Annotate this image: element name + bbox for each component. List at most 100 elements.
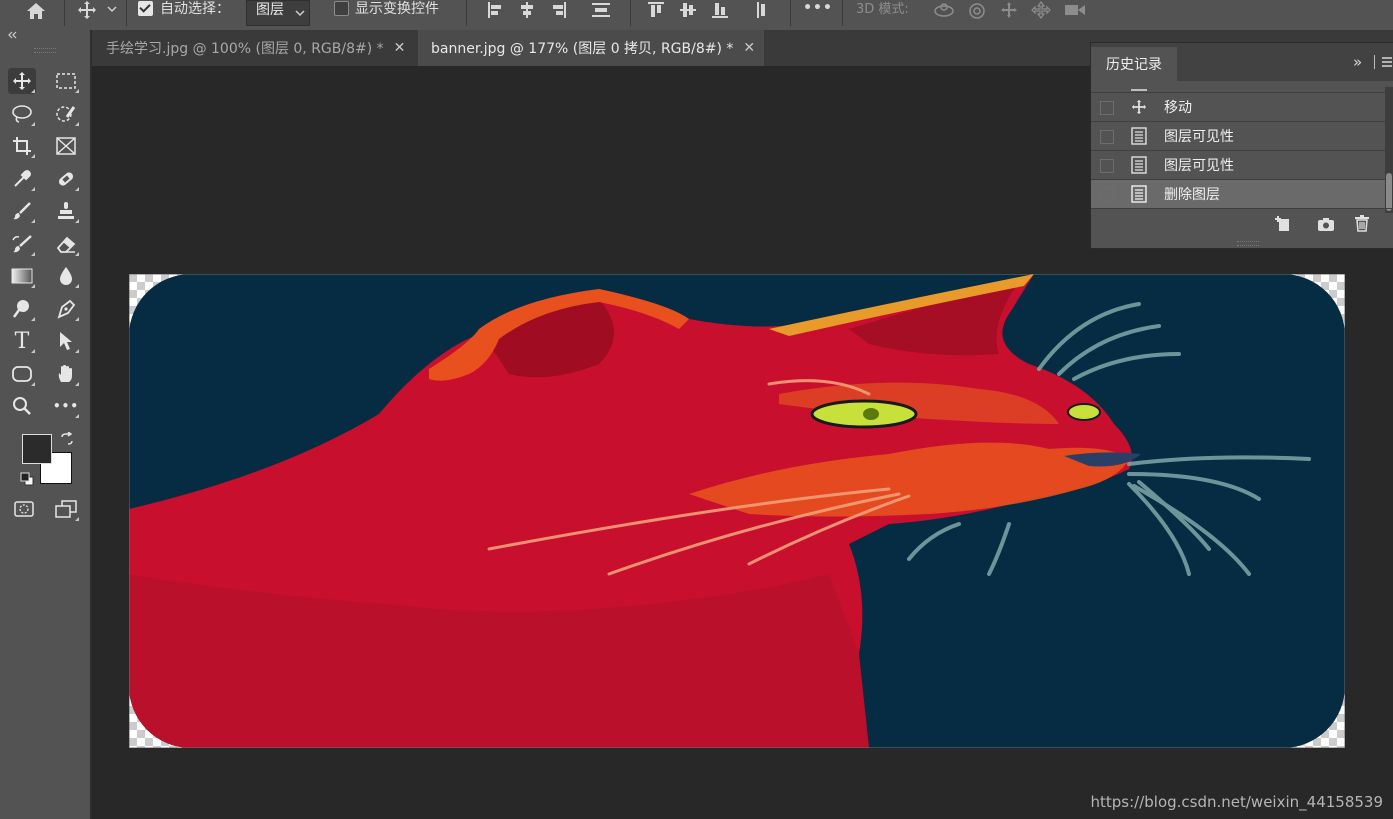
history-item-label: 移动 xyxy=(1164,100,1192,116)
zoom-icon xyxy=(13,397,31,415)
align-vertical-center-icon[interactable] xyxy=(677,0,699,20)
tab-banner[interactable]: banner.jpg @ 177% (图层 0 拷贝, RGB/8#) * ✕ xyxy=(418,30,764,66)
3d-slide-icon[interactable] xyxy=(1030,0,1052,20)
zoom-tool[interactable] xyxy=(8,393,36,419)
move-tool[interactable] xyxy=(8,68,36,94)
pen-tool[interactable] xyxy=(52,296,80,322)
more-options-icon[interactable]: ••• xyxy=(803,0,832,18)
tab-label: 手绘学习.jpg @ 100% (图层 0, RGB/8#) * xyxy=(106,41,384,57)
history-item[interactable]: 图层可见性 xyxy=(1091,150,1385,179)
auto-select-label: 自动选择： xyxy=(160,1,230,17)
watermark-text: https://blog.csdn.net/weixin_44158539 xyxy=(1090,793,1383,811)
quick-mask-button[interactable] xyxy=(10,496,38,522)
eraser-tool[interactable] xyxy=(52,231,80,257)
trash-icon[interactable] xyxy=(1354,215,1370,236)
dodge-tool[interactable] xyxy=(8,296,36,322)
snapshot-source-checkbox[interactable] xyxy=(1100,159,1114,173)
align-bottom-icon[interactable] xyxy=(709,0,731,20)
brush-tool[interactable] xyxy=(8,198,36,224)
eyedropper-tool[interactable] xyxy=(8,166,36,192)
healing-brush-tool[interactable] xyxy=(52,166,80,192)
type-tool[interactable]: T xyxy=(8,328,36,354)
quick-select-tool[interactable] xyxy=(52,101,80,127)
panel-menu-icon[interactable] xyxy=(1382,56,1392,72)
banner-image xyxy=(128,273,1346,749)
move-icon xyxy=(1131,99,1147,115)
marquee-icon xyxy=(56,73,76,89)
distribute-vertical-icon[interactable] xyxy=(752,0,772,20)
show-transform-checkbox[interactable] xyxy=(334,1,349,16)
new-document-from-state-icon[interactable] xyxy=(1274,216,1292,236)
history-footer xyxy=(1091,208,1393,237)
home-icon[interactable] xyxy=(20,0,52,22)
chevron-down-icon[interactable] xyxy=(104,0,120,18)
screen-mode-button[interactable] xyxy=(52,496,80,522)
history-item-selected[interactable]: 删除图层 xyxy=(1091,179,1385,208)
snapshot-source-checkbox[interactable] xyxy=(1100,101,1114,115)
clone-stamp-tool[interactable] xyxy=(52,198,80,224)
scrollbar-thumb[interactable] xyxy=(1386,173,1392,211)
panel-resize-grip[interactable] xyxy=(1237,241,1259,246)
history-panel: 历史记录 » 移动 图层可见性 图层可见性 删除图层 xyxy=(1090,42,1393,249)
distribute-icon[interactable] xyxy=(590,0,612,20)
layer-select-dropdown[interactable]: 图层 xyxy=(246,0,310,26)
snapshot-source-checkbox[interactable] xyxy=(1100,188,1114,202)
eyedropper-icon xyxy=(14,170,31,187)
tab-hand-drawing[interactable]: 手绘学习.jpg @ 100% (图层 0, RGB/8#) * ✕ xyxy=(92,30,418,66)
3d-orbit-icon[interactable] xyxy=(932,0,956,20)
tab-label: banner.jpg @ 177% (图层 0 拷贝, RGB/8#) * xyxy=(431,41,734,57)
history-item-label: 删除图层 xyxy=(1164,187,1220,203)
crop-tool[interactable] xyxy=(8,133,36,159)
more-icon: ••• xyxy=(52,399,79,413)
gradient-tool[interactable] xyxy=(8,263,36,289)
arrow-icon xyxy=(60,332,72,350)
3d-camera-icon[interactable] xyxy=(1062,0,1088,20)
marquee-tool[interactable] xyxy=(52,68,80,94)
document-icon xyxy=(1131,156,1147,174)
eraser-icon xyxy=(56,236,76,253)
close-icon[interactable]: ✕ xyxy=(394,40,406,56)
blur-tool[interactable] xyxy=(52,263,80,289)
align-horizontal-center-icon[interactable] xyxy=(516,0,538,20)
history-scrollbar[interactable] xyxy=(1385,87,1393,213)
panel-grip[interactable] xyxy=(34,48,56,53)
history-item[interactable]: 移动 xyxy=(1091,92,1385,121)
gradient-icon xyxy=(11,268,33,284)
history-brush-tool[interactable] xyxy=(8,231,36,257)
snapshot-source-checkbox[interactable] xyxy=(1100,130,1114,144)
hand-tool[interactable] xyxy=(52,361,80,387)
options-bar: 自动选择： 图层 显示变换控件 ••• 3D 模式: xyxy=(0,0,1393,31)
chevron-down-icon xyxy=(295,5,305,21)
rounded-rect-icon xyxy=(12,366,32,382)
document-canvas[interactable] xyxy=(128,273,1346,749)
close-icon[interactable]: ✕ xyxy=(743,40,755,56)
swap-colors-icon[interactable] xyxy=(60,431,74,450)
3d-pan-icon[interactable] xyxy=(998,0,1020,20)
panel-divider xyxy=(1374,55,1375,69)
align-left-icon[interactable] xyxy=(484,0,506,20)
foreground-color-swatch[interactable] xyxy=(22,434,52,464)
collapse-panel-icon[interactable]: » xyxy=(1353,53,1362,71)
edit-toolbar-button[interactable]: ••• xyxy=(52,393,80,419)
dodge-icon xyxy=(12,300,29,318)
tools-panel: T ••• xyxy=(0,30,92,819)
auto-select-checkbox[interactable] xyxy=(138,1,153,16)
frame-icon xyxy=(56,137,76,155)
move-tool-icon[interactable] xyxy=(74,0,100,20)
history-item[interactable]: 图层可见性 xyxy=(1091,121,1385,150)
camera-icon[interactable] xyxy=(1317,216,1335,236)
frame-tool[interactable] xyxy=(52,133,80,159)
collapse-icon[interactable] xyxy=(8,31,18,42)
history-row-partial xyxy=(1091,81,1385,92)
quick-mask-icon xyxy=(14,501,34,517)
path-selection-tool[interactable] xyxy=(52,328,80,354)
shape-tool[interactable] xyxy=(8,361,36,387)
lasso-tool[interactable] xyxy=(8,101,36,127)
3d-roll-icon[interactable] xyxy=(966,0,988,20)
history-panel-tab[interactable]: 历史记录 xyxy=(1091,47,1177,81)
default-colors-icon[interactable] xyxy=(20,472,34,490)
lasso-icon xyxy=(12,105,32,123)
document-icon xyxy=(1131,127,1147,145)
align-right-icon[interactable] xyxy=(548,0,570,20)
align-top-icon[interactable] xyxy=(645,0,667,20)
